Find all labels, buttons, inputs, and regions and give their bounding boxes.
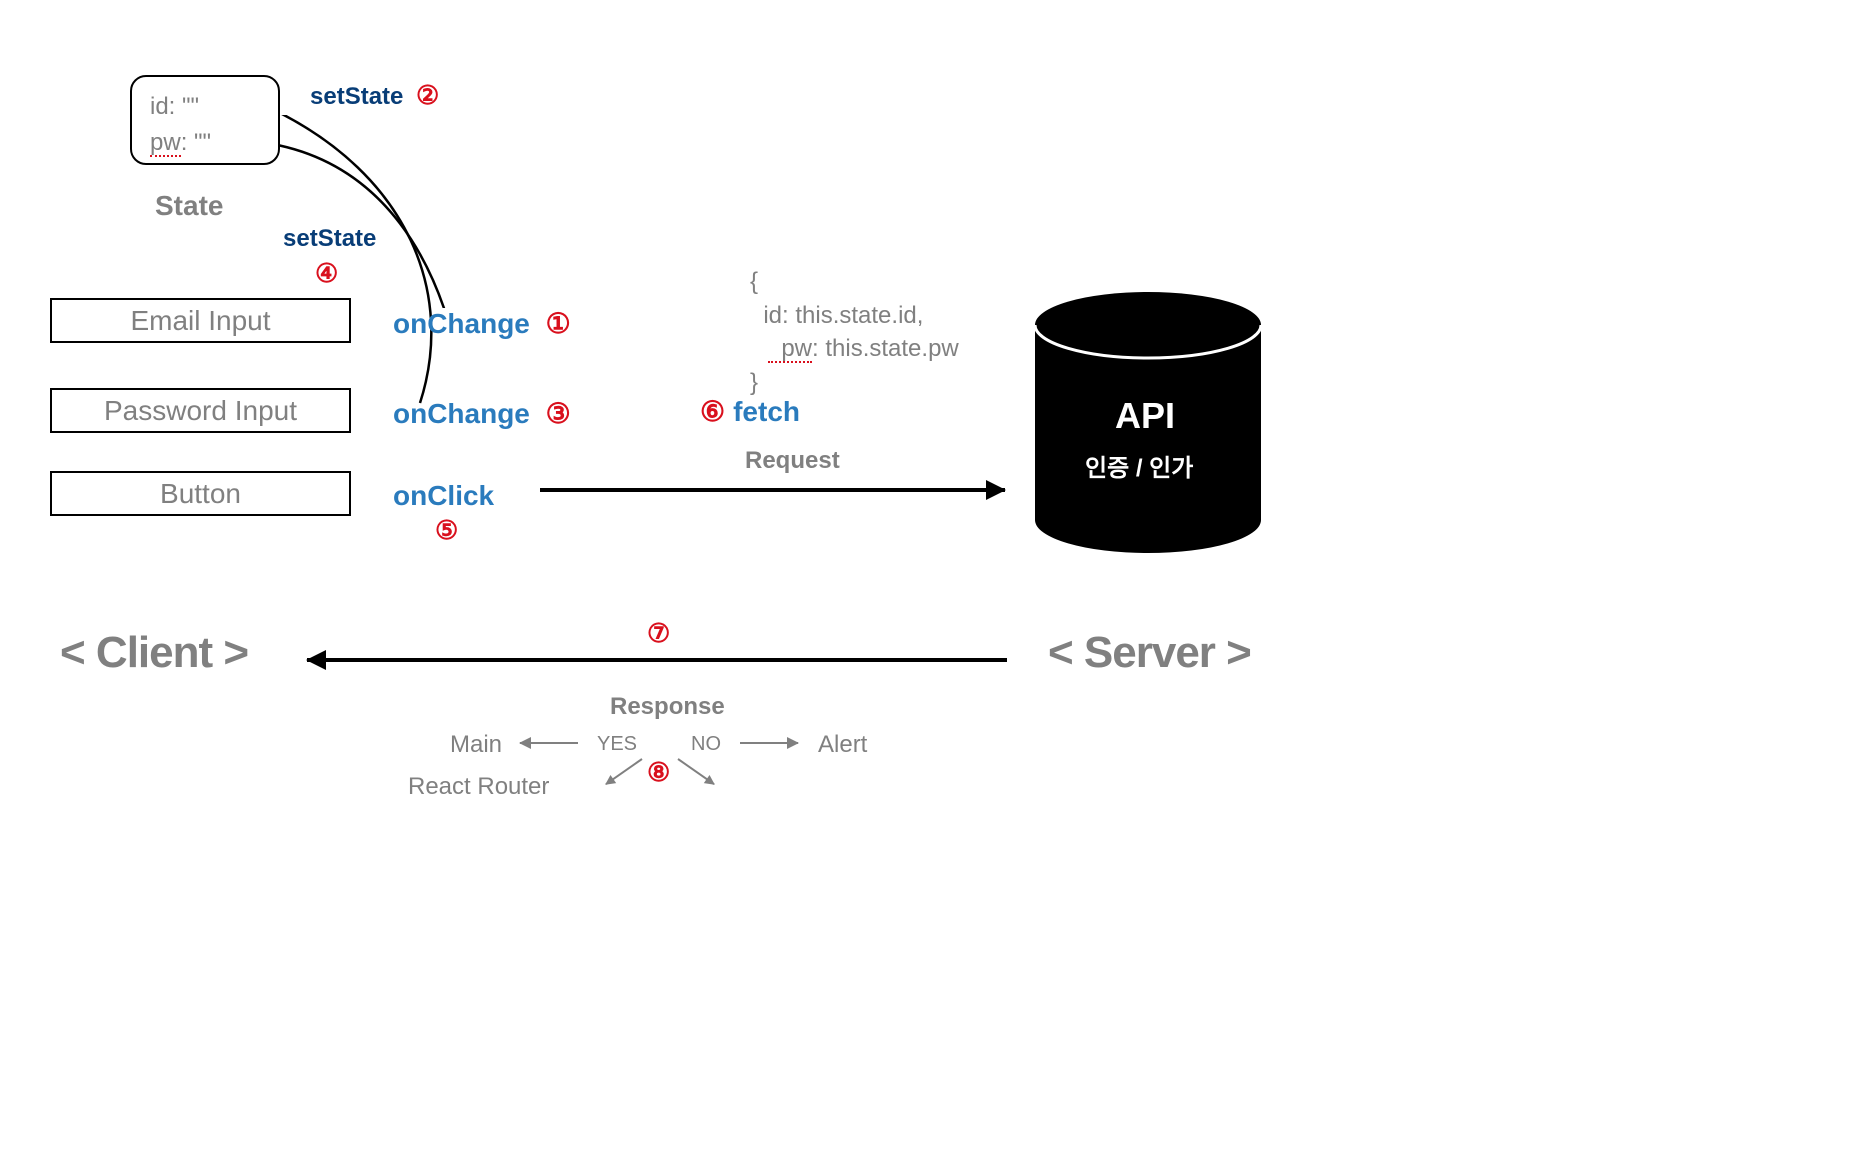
step-3-number: ③ <box>546 398 571 429</box>
response-label: Response <box>610 693 725 721</box>
request-arrow-icon <box>540 488 1005 492</box>
payload-line1: id: this.state.id, <box>750 299 959 333</box>
chevron-left-down-icon <box>605 758 642 785</box>
password-input-box: Password Input <box>50 388 351 433</box>
client-heading: < Client > <box>60 628 248 678</box>
branch-right-arrow-icon <box>740 742 798 744</box>
payload-l2-rest: : this.state.pw <box>812 335 959 362</box>
no-label: NO <box>691 733 721 756</box>
setstate-2-text: setState <box>310 83 403 110</box>
request-label: Request <box>745 447 840 475</box>
response-arrow-icon <box>307 658 1007 662</box>
branch-left-arrow-icon <box>520 742 578 744</box>
main-label: Main <box>450 731 502 759</box>
onclick-5-label: onClick <box>393 480 494 512</box>
onchange-3-text: onChange <box>393 398 530 429</box>
step-6-number: ⑥ <box>700 396 725 427</box>
api-title: API <box>1115 395 1175 437</box>
state-pw-rest: : "" <box>181 129 211 156</box>
onchange-1-text: onChange <box>393 308 530 339</box>
api-subtitle: 인증 / 인가 <box>1085 448 1193 483</box>
fetch-6-label: ⑥ fetch <box>700 395 800 428</box>
curve-arrow-2 <box>280 118 470 308</box>
state-label: State <box>155 190 223 222</box>
payload-open: { <box>750 265 959 299</box>
step-8-number: ⑧ <box>647 757 670 788</box>
state-id-line: id: "" <box>150 89 260 125</box>
state-pw-line: pw: "" <box>150 125 260 161</box>
chevron-right-down-icon <box>677 758 714 785</box>
onchange-3-label: onChange ③ <box>393 397 571 430</box>
button-box: Button <box>50 471 351 516</box>
onchange-1-label: onChange ① <box>393 307 571 340</box>
payload-line2: pw: this.state.pw <box>750 332 959 366</box>
yes-label: YES <box>597 733 637 756</box>
step-5-number: ⑤ <box>435 515 458 546</box>
state-pw-key: pw <box>150 131 181 157</box>
server-heading: < Server > <box>1048 628 1251 678</box>
email-input-box: Email Input <box>50 298 351 343</box>
step-1-number: ① <box>546 308 571 339</box>
state-box: id: "" pw: "" <box>130 75 280 165</box>
step-7-number: ⑦ <box>647 618 670 649</box>
fetch-6-text: fetch <box>733 396 800 427</box>
react-router-label: React Router <box>408 773 549 801</box>
payload-code: { id: this.state.id, pw: this.state.pw } <box>750 265 959 399</box>
payload-pw-key: pw <box>768 337 812 363</box>
step-2-number: ② <box>416 80 439 110</box>
alert-label: Alert <box>818 731 867 759</box>
setstate-2-label: setState ② <box>310 80 439 111</box>
